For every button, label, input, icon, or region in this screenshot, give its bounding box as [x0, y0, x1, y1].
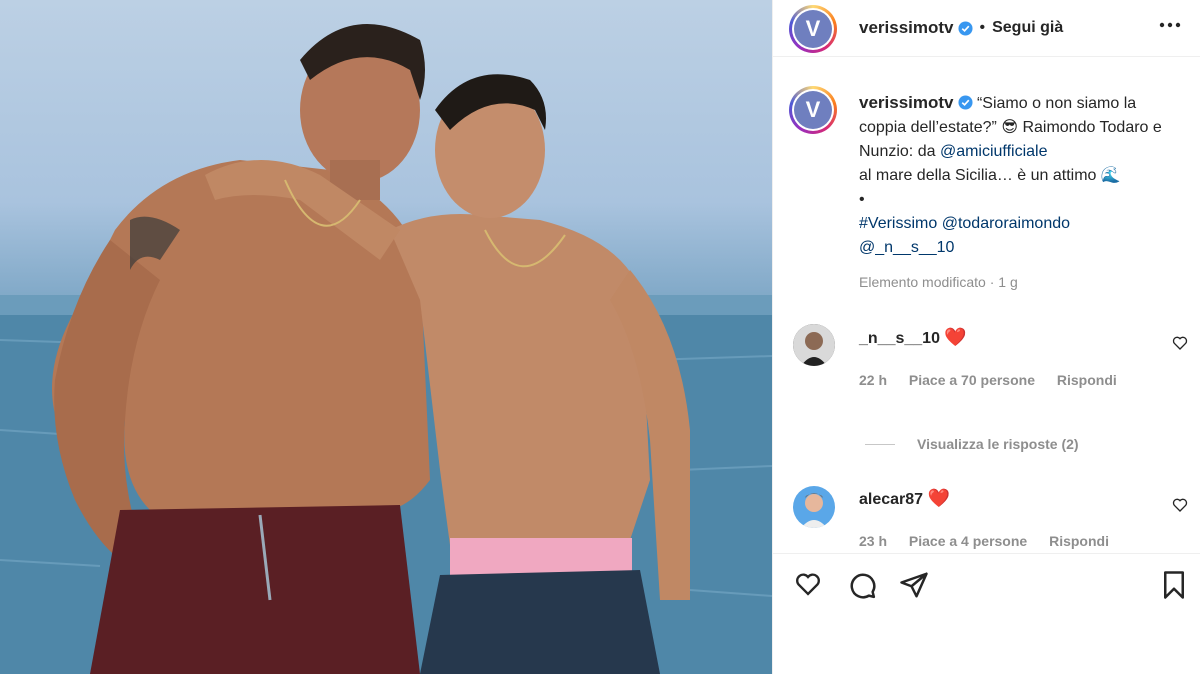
comment-time: 22 h: [859, 372, 888, 388]
bookmark-icon[interactable]: [1161, 570, 1187, 600]
share-icon[interactable]: [899, 570, 929, 600]
comment-body: _n__s__10 ❤️: [859, 327, 967, 348]
comment-text: ❤️: [944, 327, 967, 347]
comment-likes[interactable]: Piace a 4 persone: [909, 533, 1027, 549]
mention-todaroraimondo[interactable]: @todaroraimondo: [942, 215, 1070, 232]
replies-divider: [865, 443, 895, 445]
hashtag-verissimo[interactable]: #Verissimo: [859, 215, 937, 232]
caption-author-avatar[interactable]: V: [789, 86, 837, 134]
verified-icon: [957, 20, 973, 36]
comment-meta: 22 h Piace a 70 persone Rispondi: [859, 372, 1135, 388]
comment-likes[interactable]: Piace a 70 persone: [909, 372, 1035, 388]
comment-avatar[interactable]: [793, 486, 835, 528]
post-meta: Elemento modificato · 1 g: [859, 274, 1018, 290]
comment-body: alecar87 ❤️: [859, 488, 950, 509]
comment-avatar[interactable]: [793, 324, 835, 366]
caption-bullet: •: [859, 191, 865, 208]
mention-n-s-10[interactable]: @_n__s__10: [859, 239, 954, 256]
caption-tail: al mare della Sicilia… è un attimo 🌊: [859, 167, 1121, 184]
more-icon[interactable]: [1159, 22, 1181, 28]
comment-username[interactable]: alecar87: [859, 491, 923, 508]
action-bar: [773, 553, 1200, 674]
author-avatar[interactable]: V: [789, 5, 837, 53]
heart-icon[interactable]: [1172, 497, 1188, 513]
mention-amiciufficiale[interactable]: @amiciufficiale: [940, 143, 1048, 160]
caption-username[interactable]: verissimotv: [859, 93, 954, 112]
beach-photo-illustration: [0, 24, 772, 674]
heart-icon[interactable]: [1172, 335, 1188, 351]
user-photo-icon: [793, 324, 835, 366]
heart-icon[interactable]: [793, 570, 823, 598]
reply-button[interactable]: Rispondi: [1049, 533, 1109, 549]
user-photo-icon: [793, 486, 835, 528]
comment-text: ❤️: [927, 488, 950, 508]
reply-button[interactable]: Rispondi: [1057, 372, 1117, 388]
post-photo[interactable]: [0, 0, 772, 674]
comment-time: 23 h: [859, 533, 888, 549]
view-replies-button[interactable]: Visualizza le risposte (2): [865, 436, 1079, 452]
post-detail-panel: V verissimotv • Segui già V verissimotv …: [772, 0, 1200, 674]
verified-icon: [957, 95, 973, 110]
view-replies-label: Visualizza le risposte (2): [917, 436, 1079, 452]
post-caption: verissimotv “Siamo o non siamo la coppia…: [859, 91, 1179, 260]
comment-meta: 23 h Piace a 4 persone Rispondi: [859, 533, 1127, 549]
comment-username[interactable]: _n__s__10: [859, 330, 940, 347]
follow-status-button[interactable]: Segui già: [992, 19, 1063, 37]
author-username[interactable]: verissimotv: [859, 18, 954, 38]
comment-icon[interactable]: [847, 570, 877, 600]
post-header: V verissimotv • Segui già: [773, 0, 1200, 57]
separator-dot: •: [979, 19, 986, 36]
